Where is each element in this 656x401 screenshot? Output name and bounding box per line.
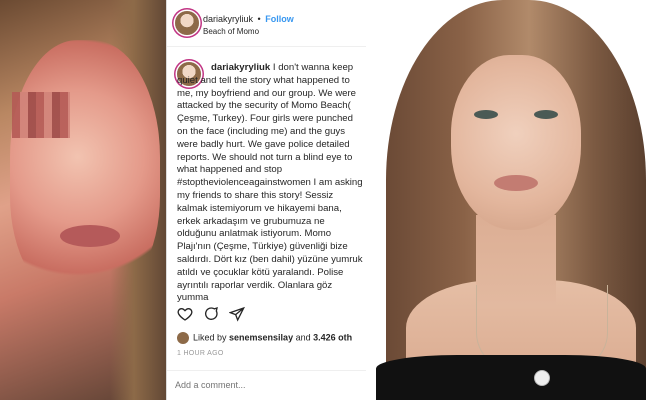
header-avatar[interactable] bbox=[175, 11, 199, 35]
right-eye-shape bbox=[534, 110, 558, 119]
mouth-shape bbox=[60, 225, 120, 247]
comment-bar bbox=[167, 370, 367, 401]
likes-prefix: Liked by bbox=[193, 332, 230, 343]
pendant-shape bbox=[534, 370, 550, 386]
left-photo bbox=[0, 0, 170, 400]
post-location[interactable]: Beach of Momo bbox=[203, 27, 259, 36]
face-shape bbox=[451, 55, 581, 230]
comment-input[interactable] bbox=[175, 380, 355, 390]
liker-username[interactable]: senemsensilay bbox=[229, 332, 293, 342]
liker-avatar bbox=[177, 332, 189, 344]
instagram-post: dariakyryliuk • Follow Beach of Momo dar… bbox=[166, 0, 368, 400]
black-top-shape bbox=[376, 355, 646, 400]
caption-username[interactable]: dariakyryliuk bbox=[211, 62, 270, 73]
post-caption: dariakyryliuk I don't wanna keep quiet a… bbox=[177, 62, 363, 302]
header-username[interactable]: dariakyryliuk bbox=[203, 14, 253, 24]
action-bar bbox=[175, 304, 359, 326]
follow-button[interactable]: Follow bbox=[265, 14, 294, 24]
share-icon[interactable] bbox=[227, 304, 247, 324]
face-shape bbox=[10, 40, 160, 300]
heart-icon[interactable] bbox=[175, 304, 195, 324]
post-header: dariakyryliuk • Follow Beach of Momo bbox=[167, 0, 367, 47]
likes-line: Liked by senemsensilay and 3.426 oth bbox=[177, 332, 363, 344]
likes-count[interactable]: 3.426 oth bbox=[313, 332, 352, 342]
comment-icon[interactable] bbox=[201, 304, 221, 324]
pixelated-area bbox=[12, 92, 70, 138]
caption-text: I don't wanna keep quiet and tell the st… bbox=[177, 62, 363, 302]
right-photo bbox=[366, 0, 656, 400]
likes-middle: and bbox=[293, 332, 314, 343]
header-separator: • bbox=[257, 14, 261, 24]
post-time: 1 HOUR AGO bbox=[177, 350, 224, 357]
lips-shape bbox=[494, 175, 538, 191]
header-user-line: dariakyryliuk • Follow bbox=[203, 14, 294, 24]
left-eye-shape bbox=[474, 110, 498, 119]
